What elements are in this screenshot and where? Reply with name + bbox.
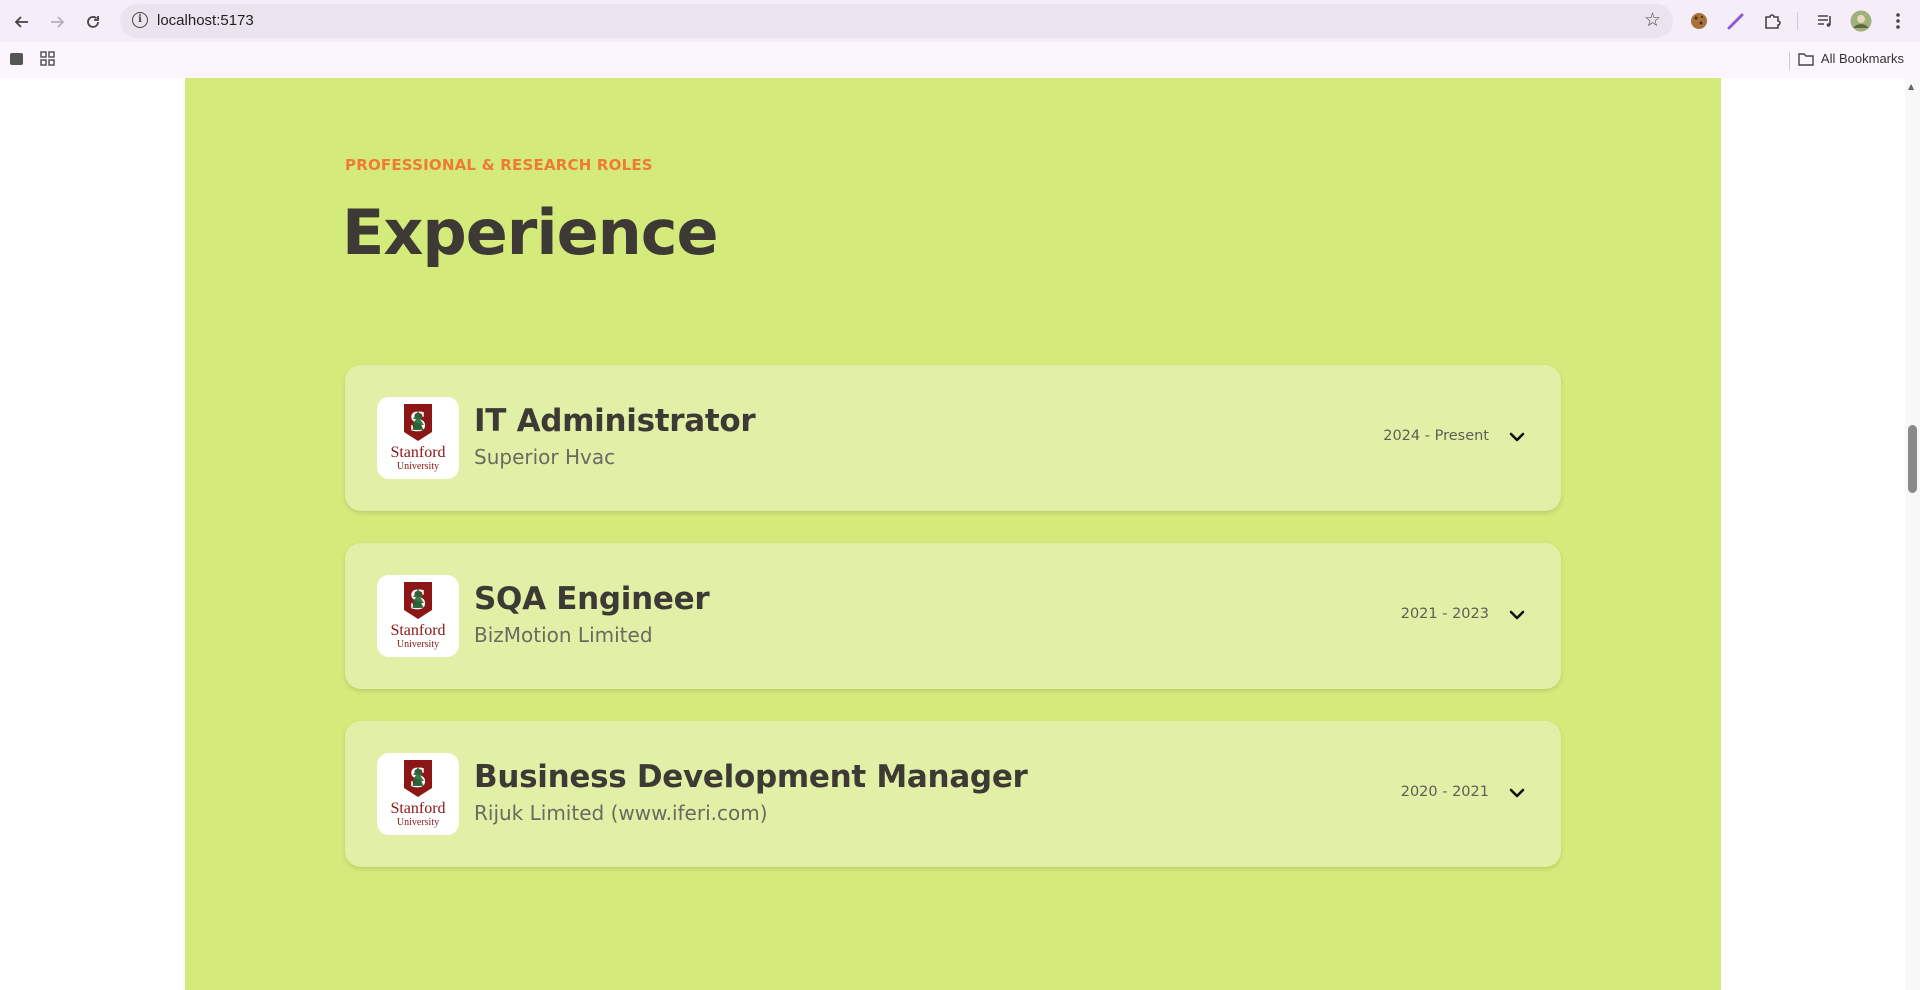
- experience-role: SQA Engineer: [474, 581, 710, 617]
- logo-word-university: University: [396, 639, 440, 650]
- toolbar-divider: [1797, 12, 1798, 30]
- forward-icon: [51, 16, 65, 28]
- stanford-logo: S Stanford University: [377, 753, 459, 835]
- tab-icon[interactable]: [9, 51, 25, 67]
- stanford-logo: S Stanford University: [377, 397, 459, 479]
- browser-toolbar: i localhost:5173 ☆: [0, 0, 1920, 42]
- apps-icon[interactable]: [40, 51, 56, 67]
- bookmarks-divider: [1789, 52, 1790, 70]
- url-text[interactable]: localhost:5173: [157, 12, 254, 29]
- experience-card-2[interactable]: S Stanford University SQA Engineer BizMo…: [345, 543, 1561, 689]
- reload-button[interactable]: [79, 8, 107, 36]
- forward-button[interactable]: [43, 8, 71, 36]
- bookmarks-bar: All Bookmarks: [0, 42, 1920, 78]
- experience-card-1[interactable]: S Stanford University IT Administrator S…: [345, 365, 1561, 511]
- experience-company: Superior Hvac: [474, 445, 616, 469]
- pen-icon: [1727, 13, 1744, 30]
- reload-icon: [87, 16, 99, 28]
- logo-word-university: University: [396, 817, 440, 828]
- logo-word-stanford: Stanford: [390, 622, 446, 639]
- puzzle-icon: [1765, 14, 1781, 29]
- chevron-down-icon[interactable]: [1507, 605, 1527, 625]
- logo-word-stanford: Stanford: [390, 444, 446, 461]
- back-icon: [14, 16, 28, 28]
- section-eyebrow: PROFESSIONAL & RESEARCH ROLES: [345, 156, 653, 174]
- cookie-extension[interactable]: [1687, 9, 1711, 33]
- experience-role: Business Development Manager: [474, 759, 1028, 795]
- address-bar[interactable]: i localhost:5173 ☆: [120, 4, 1673, 38]
- menu-icon: [1896, 13, 1900, 29]
- experience-dates: 2021 - 2023: [1400, 606, 1489, 622]
- cookie-icon: [1691, 13, 1707, 29]
- logo-word-stanford: Stanford: [390, 800, 446, 817]
- page-viewport: PROFESSIONAL & RESEARCH ROLES Experience…: [0, 78, 1905, 990]
- profile-avatar: [1850, 10, 1872, 32]
- experience-company: Rijuk Limited (www.iferi.com): [474, 801, 768, 825]
- pen-extension[interactable]: [1724, 9, 1748, 33]
- stanford-logo: S Stanford University: [377, 575, 459, 657]
- all-bookmarks-button[interactable]: All Bookmarks: [1798, 51, 1904, 66]
- page-scrollbar[interactable]: ▲: [1905, 78, 1920, 990]
- info-icon[interactable]: i: [132, 12, 148, 28]
- chevron-down-icon[interactable]: [1507, 427, 1527, 447]
- experience-section: PROFESSIONAL & RESEARCH ROLES Experience…: [185, 78, 1721, 990]
- section-title: Experience: [342, 196, 719, 269]
- scrollbar-thumb[interactable]: [1908, 425, 1917, 493]
- extensions-button[interactable]: [1760, 9, 1784, 33]
- logo-word-university: University: [396, 461, 440, 472]
- all-bookmarks-label: All Bookmarks: [1820, 51, 1904, 66]
- scroll-up-arrow[interactable]: ▲: [1908, 82, 1914, 91]
- experience-dates: 2020 - 2021: [1400, 784, 1489, 800]
- chevron-down-icon[interactable]: [1507, 783, 1527, 803]
- menu-button[interactable]: [1886, 9, 1910, 33]
- star-icon[interactable]: ☆: [1644, 9, 1661, 31]
- media-button[interactable]: [1813, 9, 1837, 33]
- profile-button[interactable]: [1849, 9, 1873, 33]
- back-button[interactable]: [8, 8, 36, 36]
- folder-icon: [1798, 52, 1814, 66]
- experience-card-3[interactable]: S Stanford University Business Developme…: [345, 721, 1561, 867]
- media-icon: [1818, 15, 1831, 27]
- experience-role: IT Administrator: [474, 403, 756, 439]
- experience-company: BizMotion Limited: [474, 623, 653, 647]
- experience-dates: 2024 - Present: [1383, 428, 1489, 444]
